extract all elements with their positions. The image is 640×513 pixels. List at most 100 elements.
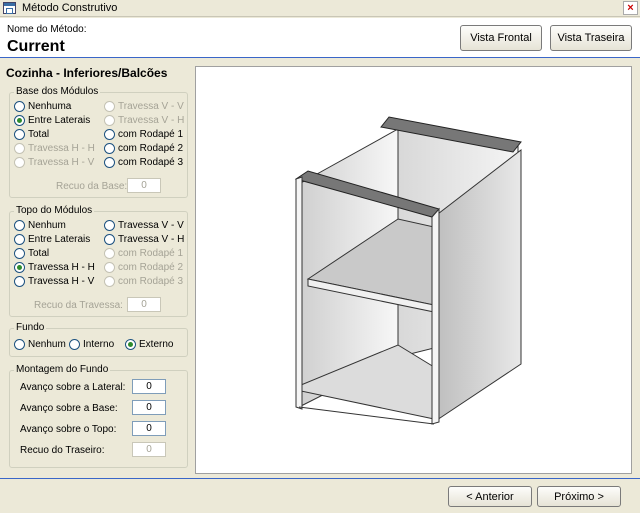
radio-dot [104,234,115,245]
radio-dot [104,143,115,154]
topo-radio-travessa-hh[interactable]: Travessa H - H [14,262,95,273]
recuo-traseiro-field[interactable]: 0 [132,442,166,457]
radio-label: com Rodapé 3 [118,276,184,287]
topo-radio-total[interactable]: Total [14,248,49,259]
radio-dot [104,220,115,231]
avanco-base-field[interactable]: 0 [132,400,166,415]
fundo-radio-interno[interactable]: Interno [69,339,114,350]
proximo-button[interactable]: Próximo > [537,486,621,507]
topo-radio-travessa-hv[interactable]: Travessa H - V [14,276,94,287]
method-name-value: Current [7,38,65,55]
base-group-legend: Base dos Módulos [14,86,101,97]
radio-label: Interno [83,339,115,350]
radio-label: com Rodapé 2 [118,143,184,154]
radio-label: com Rodapé 3 [118,157,184,168]
radio-label: com Rodapé 2 [118,262,184,273]
radio-label: Travessa H - V [28,157,95,168]
radio-label: Total [28,129,50,140]
section-title: Cozinha - Inferiores/Balcões [6,66,168,80]
avanco-topo-field[interactable]: 0 [132,421,166,436]
radio-label: Travessa V - V [118,101,184,112]
recuo-travessa-field[interactable]: 0 [127,297,161,312]
base-radio-rodape-1[interactable]: com Rodapé 1 [104,129,183,140]
close-button[interactable]: × [623,1,638,15]
radio-label: Travessa V - V [118,220,184,231]
base-radio-travessa-hh[interactable]: Travessa H - H [14,143,95,154]
radio-label: Nenhuma [28,101,72,112]
window-title: Método Construtivo [22,2,118,14]
vista-traseira-button[interactable]: Vista Traseira [550,25,632,51]
avanco-lateral-label: Avanço sobre a Lateral: [20,382,126,393]
radio-label: Nenhum [28,220,66,231]
base-radio-travessa-vv[interactable]: Travessa V - V [104,101,184,112]
base-radio-rodape-3[interactable]: com Rodapé 3 [104,157,183,168]
topo-radio-travessa-vv[interactable]: Travessa V - V [104,220,184,231]
avanco-base-label: Avanço sobre a Base: [20,403,118,414]
radio-label: Travessa H - H [28,262,95,273]
montagem-group: Montagem do Fundo Avanço sobre a Lateral… [9,364,188,468]
recuo-base-field[interactable]: 0 [127,178,161,193]
base-radio-entre-laterais[interactable]: Entre Laterais [14,115,90,126]
recuo-traseiro-label: Recuo do Traseiro: [20,445,105,456]
base-radio-nenhuma[interactable]: Nenhuma [14,101,71,112]
topo-radio-rodape-2[interactable]: com Rodapé 2 [104,262,183,273]
radio-label: Nenhum [28,339,66,350]
radio-label: Entre Laterais [28,234,91,245]
base-radio-total[interactable]: Total [14,129,49,140]
radio-label: Travessa H - H [28,143,95,154]
radio-dot [14,115,25,126]
fundo-group: Fundo Nenhum Interno Externo [9,322,188,357]
base-radio-travessa-hv[interactable]: Travessa H - V [14,157,94,168]
method-header: Nome do Método: Current Vista Frontal Vi… [0,18,640,58]
radio-dot [14,339,25,350]
recuo-travessa-label: Recuo da Travessa: [34,300,123,311]
base-group: Base dos Módulos Nenhuma Entre Laterais … [9,86,188,198]
topo-radio-travessa-vh[interactable]: Travessa V - H [104,234,184,245]
avanco-lateral-field[interactable]: 0 [132,379,166,394]
radio-label: Travessa H - V [28,276,95,287]
vista-frontal-button[interactable]: Vista Frontal [460,25,542,51]
anterior-button[interactable]: < Anterior [448,486,532,507]
radio-label: com Rodapé 1 [118,248,184,259]
radio-dot [14,143,25,154]
radio-dot [14,220,25,231]
fundo-radio-nenhum[interactable]: Nenhum [14,339,66,350]
radio-dot [14,262,25,273]
radio-dot [104,262,115,273]
radio-dot [104,276,115,287]
radio-dot [125,339,136,350]
base-radio-rodape-2[interactable]: com Rodapé 2 [104,143,183,154]
avanco-topo-label: Avanço sobre o Topo: [20,424,117,435]
fundo-radio-externo[interactable]: Externo [125,339,173,350]
radio-dot [104,157,115,168]
radio-label: Entre Laterais [28,115,91,126]
radio-dot [69,339,80,350]
radio-dot [14,129,25,140]
radio-label: com Rodapé 1 [118,129,184,140]
radio-dot [14,248,25,259]
topo-radio-nenhum[interactable]: Nenhum [14,220,66,231]
radio-dot [104,101,115,112]
topo-radio-rodape-3[interactable]: com Rodapé 3 [104,276,183,287]
radio-dot [14,234,25,245]
cabinet-3d-illustration [294,116,522,425]
radio-dot [104,115,115,126]
radio-dot [104,129,115,140]
footer-divider [0,478,640,479]
montagem-group-legend: Montagem do Fundo [14,364,111,375]
title-bar: Método Construtivo × [0,0,640,17]
radio-dot [104,248,115,259]
base-radio-travessa-vh[interactable]: Travessa V - H [104,115,184,126]
radio-dot [14,157,25,168]
recuo-base-label: Recuo da Base: [56,181,128,192]
topo-group: Topo do Módulos Nenhum Entre Laterais To… [9,205,188,317]
topo-radio-rodape-1[interactable]: com Rodapé 1 [104,248,183,259]
radio-label: Total [28,248,50,259]
radio-dot [14,276,25,287]
radio-dot [14,101,25,112]
topo-radio-entre-laterais[interactable]: Entre Laterais [14,234,90,245]
cabinet-preview[interactable] [195,66,632,474]
app-window-icon [3,2,16,14]
radio-label: Travessa V - H [118,234,185,245]
topo-group-legend: Topo do Módulos [14,205,95,216]
